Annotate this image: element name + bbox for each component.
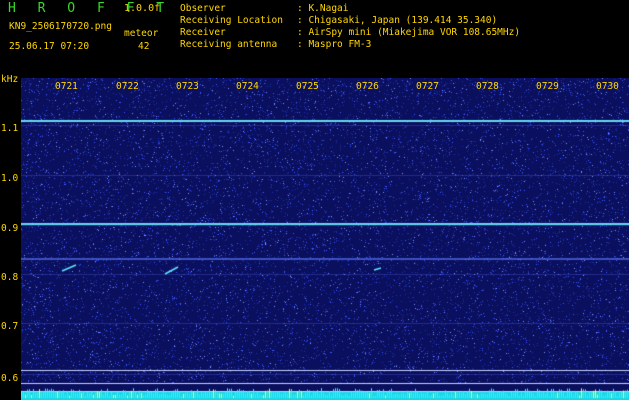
x-tick-label: 0723: [176, 81, 199, 92]
y-tick-label: 0.7: [1, 321, 19, 332]
x-tick-label: 0727: [416, 81, 439, 92]
x-tick-label: 0729: [536, 81, 559, 92]
y-tick-label: 1.1: [1, 123, 19, 134]
x-tick-label: 0721: [55, 81, 78, 92]
y-tick-label: 0.8: [1, 272, 19, 283]
meteor-count: 42: [138, 41, 150, 52]
x-tick-label: 0722: [116, 81, 139, 92]
x-tick-label: 0728: [476, 81, 499, 92]
y-tick-label: 1.0: [1, 173, 19, 184]
spectrogram-canvas: [21, 78, 629, 400]
header-panel: H R O F F T 1.0.0f KN9_2506170720.png me…: [0, 0, 629, 76]
location-label: Receiving Location: [180, 15, 283, 26]
x-tick-label: 0726: [356, 81, 379, 92]
version-label: 1.0.0f: [124, 3, 161, 14]
x-tick-label: 0725: [296, 81, 319, 92]
file-name: KN9_2506170720.png: [9, 21, 112, 32]
meteor-label: meteor: [124, 28, 159, 39]
antenna-label: Receiving antenna: [180, 39, 278, 50]
observer-label: Observer: [180, 3, 226, 14]
receiver-label: Receiver: [180, 27, 226, 38]
frequency-unit-label: kHz: [1, 74, 19, 85]
y-tick-label: 0.6: [1, 373, 19, 384]
location-value: : Chigasaki, Japan (139.414 35.340): [297, 15, 498, 26]
antenna-value: : Maspro FM-3: [297, 39, 372, 50]
y-tick-label: 0.9: [1, 223, 19, 234]
datetime-label: 25.06.17 07:20: [9, 41, 90, 52]
observer-value: : K.Nagai: [297, 3, 349, 14]
receiver-value: : AirSpy mini (Miakejima VOR 108.65MHz): [297, 27, 521, 38]
x-tick-label: 0730: [596, 81, 619, 92]
x-tick-label: 0724: [236, 81, 259, 92]
